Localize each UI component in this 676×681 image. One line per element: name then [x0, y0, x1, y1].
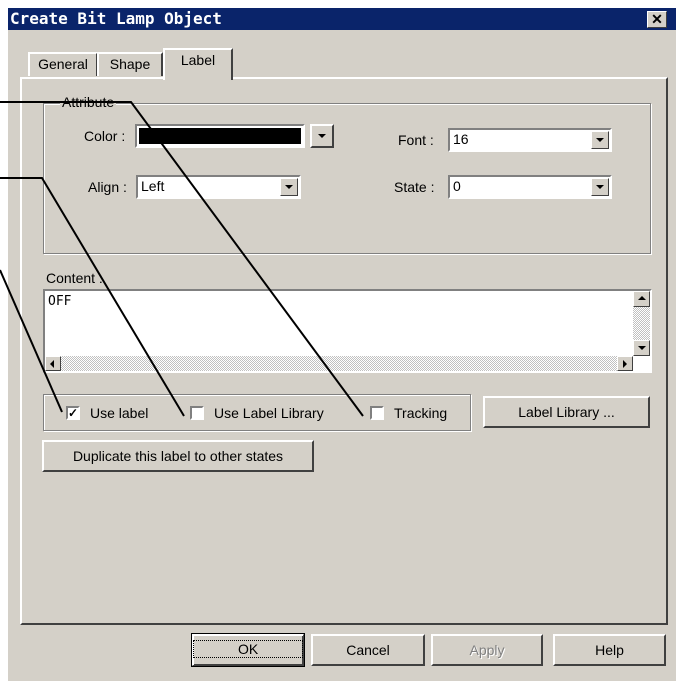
align-value: Left	[141, 178, 165, 194]
use-label-library-checkbox[interactable]	[190, 406, 204, 420]
content-text: OFF	[48, 294, 72, 309]
font-label: Font :	[398, 132, 434, 148]
use-label-text: Use label	[90, 405, 149, 421]
help-button[interactable]: Help	[553, 634, 666, 666]
arrow-left-icon	[50, 360, 54, 368]
color-label: Color :	[84, 128, 126, 144]
font-select[interactable]: 16	[448, 128, 612, 152]
title-bar: Create Bit Lamp Object	[8, 8, 676, 30]
cancel-button[interactable]: Cancel	[311, 634, 425, 666]
tab-general[interactable]: General	[28, 52, 98, 76]
scroll-right-button[interactable]	[617, 356, 633, 371]
dropdown-arrow-icon	[596, 138, 604, 142]
dropdown-arrow-icon	[285, 185, 293, 189]
state-dropdown-button[interactable]	[591, 178, 609, 196]
use-label-library-text: Use Label Library	[214, 405, 324, 421]
font-dropdown-button[interactable]	[591, 131, 609, 149]
tab-shape-label: Shape	[109, 56, 151, 72]
ok-label: OK	[193, 640, 304, 658]
use-label-checkbox[interactable]: ✓	[66, 406, 80, 420]
tracking-checkbox[interactable]	[370, 406, 384, 420]
close-icon: ✕	[651, 11, 663, 27]
window-title: Create Bit Lamp Object	[10, 9, 222, 28]
arrow-right-icon	[623, 360, 627, 368]
font-value: 16	[453, 131, 469, 147]
content-label: Content :	[46, 270, 103, 286]
state-value: 0	[453, 178, 461, 194]
dropdown-arrow-icon	[318, 134, 326, 138]
arrow-up-icon	[638, 296, 646, 300]
tab-shape[interactable]: Shape	[97, 52, 163, 76]
horizontal-scroll-track[interactable]	[61, 356, 617, 371]
scroll-left-button[interactable]	[45, 356, 61, 371]
arrow-down-icon	[638, 346, 646, 350]
color-dropdown-button[interactable]	[310, 124, 334, 148]
tab-label[interactable]: Label	[163, 48, 233, 80]
tab-general-label: General	[38, 56, 88, 72]
scroll-up-button[interactable]	[633, 291, 650, 307]
vertical-scroll-track[interactable]	[633, 307, 650, 340]
apply-button[interactable]: Apply	[431, 634, 543, 666]
tracking-text: Tracking	[394, 405, 448, 421]
color-swatch-fill	[139, 128, 301, 144]
state-select[interactable]: 0	[448, 175, 612, 199]
color-swatch[interactable]	[135, 124, 305, 148]
state-label: State :	[394, 179, 435, 195]
scroll-down-button[interactable]	[633, 340, 650, 356]
label-library-button[interactable]: Label Library ...	[483, 396, 650, 428]
dropdown-arrow-icon	[596, 185, 604, 189]
tab-label-label: Label	[180, 52, 216, 68]
align-select[interactable]: Left	[136, 175, 301, 199]
attribute-group-label: Attribute	[60, 94, 117, 110]
align-label: Align :	[88, 179, 127, 195]
duplicate-label-button[interactable]: Duplicate this label to other states	[42, 440, 314, 472]
checkmark-icon: ✓	[68, 406, 79, 420]
ok-button[interactable]: OK	[191, 633, 305, 667]
align-dropdown-button[interactable]	[280, 178, 298, 196]
close-button[interactable]: ✕	[647, 11, 667, 28]
